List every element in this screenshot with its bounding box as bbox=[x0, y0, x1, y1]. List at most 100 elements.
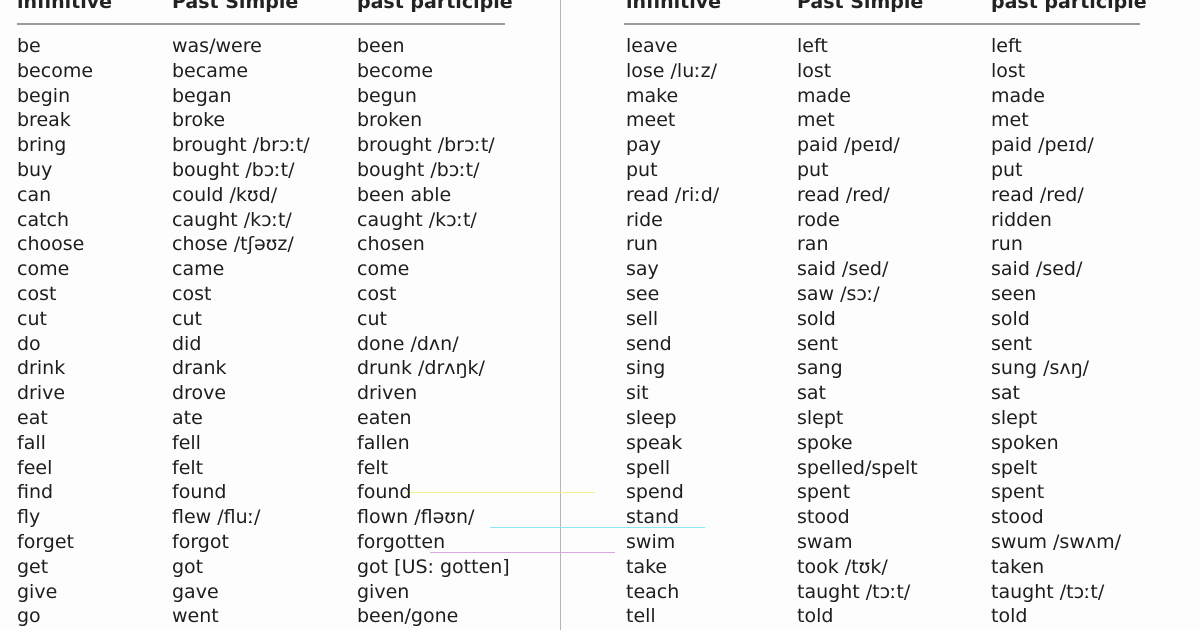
verb-past-simple-cell: flew /fluː/ bbox=[172, 506, 261, 529]
verb-past-simple-cell: swam bbox=[797, 531, 853, 553]
verb-past-simple-cell: spent bbox=[797, 481, 851, 504]
verb-infinitive-cell: get bbox=[17, 555, 49, 578]
verb-past-simple-cell: spelled/spelt bbox=[797, 456, 918, 479]
verb-past-simple-cell: did bbox=[172, 332, 202, 355]
verb-past-participle-cell: fallen bbox=[357, 431, 410, 454]
verb-infinitive-cell: lose /luːz/ bbox=[626, 59, 718, 82]
verb-past-simple-cell: sang bbox=[797, 357, 843, 380]
verb-past-participle-cell: begun bbox=[357, 84, 417, 107]
verb-past-simple-cell: began bbox=[172, 84, 232, 107]
column-divider bbox=[560, 0, 561, 630]
verb-past-participle-cell: sat bbox=[991, 382, 1020, 405]
verb-past-participle-cell: got [US: gotten] bbox=[357, 555, 510, 578]
verb-past-simple-cell: chose /tʃəʊz/ bbox=[172, 233, 294, 256]
column-header-past-simple: Past Simple bbox=[172, 0, 299, 13]
verb-past-participle-cell: brought /brɔːt/ bbox=[357, 134, 495, 157]
column-header-past-participle: past participle bbox=[991, 0, 1147, 13]
header-rule-right bbox=[624, 23, 1140, 25]
verb-past-simple-cell: paid /peɪd/ bbox=[797, 134, 900, 157]
verb-infinitive-cell: come bbox=[17, 258, 70, 281]
verb-past-simple-cell: cut bbox=[172, 307, 202, 330]
verb-past-participle-cell: run bbox=[991, 233, 1023, 256]
column-header-past-participle: past participle bbox=[357, 0, 513, 13]
verb-past-simple-cell: sat bbox=[797, 382, 826, 405]
verb-past-simple-cell: made bbox=[797, 84, 851, 107]
verb-past-participle-cell: ridden bbox=[991, 208, 1052, 231]
verb-infinitive-cell: pay bbox=[626, 134, 661, 157]
verb-past-simple-cell: fell bbox=[172, 431, 201, 454]
verb-past-participle-cell: swum /swʌm/ bbox=[991, 531, 1122, 553]
verb-past-simple-cell: forgot bbox=[172, 531, 229, 553]
verb-past-participle-cell: lost bbox=[991, 59, 1026, 82]
verb-past-participle-cell: spent bbox=[991, 481, 1045, 504]
verb-past-simple-cell: ate bbox=[172, 407, 203, 429]
verb-infinitive-cell: can bbox=[17, 183, 52, 206]
verb-infinitive-cell: tell bbox=[626, 605, 656, 628]
verb-past-simple-cell: took /tʊk/ bbox=[797, 555, 888, 578]
verb-infinitive-cell: go bbox=[17, 605, 41, 628]
verb-infinitive-cell: do bbox=[17, 332, 41, 355]
verb-past-participle-cell: come bbox=[357, 258, 410, 281]
verb-past-participle-cell: chosen bbox=[357, 233, 425, 256]
verb-past-participle-cell: been able bbox=[357, 183, 452, 206]
verb-past-participle-cell: told bbox=[991, 605, 1028, 628]
verb-infinitive-cell: spend bbox=[626, 481, 684, 504]
verb-past-simple-cell: slept bbox=[797, 407, 844, 429]
header-rule-left bbox=[17, 23, 505, 25]
verb-infinitive-cell: become bbox=[17, 59, 94, 82]
verb-past-participle-cell: sent bbox=[991, 332, 1033, 355]
verb-past-simple-cell: taught /tɔːt/ bbox=[797, 580, 911, 603]
verb-past-participle-cell: read /red/ bbox=[991, 183, 1084, 206]
column-header-infinitive: infinitive bbox=[626, 0, 722, 13]
verb-past-simple-cell: was/were bbox=[172, 35, 262, 57]
verb-infinitive-cell: begin bbox=[17, 84, 71, 107]
verb-past-participle-cell: forgotten bbox=[357, 531, 446, 553]
verb-infinitive-cell: forget bbox=[17, 531, 74, 553]
verb-infinitive-cell: say bbox=[626, 258, 659, 281]
verb-past-participle-cell: broken bbox=[357, 109, 423, 132]
verb-past-participle-cell: been/gone bbox=[357, 605, 459, 628]
verb-infinitive-cell: leave bbox=[626, 35, 678, 57]
verb-infinitive-cell: send bbox=[626, 332, 672, 355]
verb-infinitive-cell: run bbox=[626, 233, 658, 256]
verb-infinitive-cell: choose bbox=[17, 233, 85, 256]
verb-infinitive-cell: bring bbox=[17, 134, 67, 157]
verb-infinitive-cell: make bbox=[626, 84, 679, 107]
verb-past-simple-cell: read /red/ bbox=[797, 183, 890, 206]
verb-past-simple-cell: told bbox=[797, 605, 834, 628]
verb-past-simple-cell: cost bbox=[172, 283, 212, 305]
verb-infinitive-cell: sing bbox=[626, 357, 666, 380]
verb-past-simple-cell: lost bbox=[797, 59, 832, 82]
verb-past-participle-cell: found bbox=[357, 481, 412, 504]
verb-past-participle-cell: cut bbox=[357, 307, 387, 330]
verb-infinitive-cell: be bbox=[17, 35, 41, 57]
verb-infinitive-cell: see bbox=[626, 283, 660, 305]
verb-past-simple-cell: sold bbox=[797, 307, 836, 330]
scan-artifact-line bbox=[430, 552, 615, 553]
verb-past-participle-cell: sung /sʌŋ/ bbox=[991, 357, 1090, 380]
verb-infinitive-cell: find bbox=[17, 481, 54, 504]
verb-infinitive-cell: sit bbox=[626, 382, 649, 405]
verb-past-participle-cell: taught /tɔːt/ bbox=[991, 580, 1105, 603]
verb-past-participle-cell: said /sed/ bbox=[991, 258, 1083, 281]
verb-past-simple-cell: got bbox=[172, 555, 204, 578]
verb-past-simple-cell: brought /brɔːt/ bbox=[172, 134, 310, 157]
verb-past-simple-cell: found bbox=[172, 481, 227, 504]
verb-infinitive-cell: feel bbox=[17, 456, 53, 479]
verb-past-simple-cell: ran bbox=[797, 233, 829, 256]
verb-past-simple-cell: broke bbox=[172, 109, 226, 132]
verb-past-participle-cell: drunk /drʌŋk/ bbox=[357, 357, 485, 380]
verb-past-participle-cell: left bbox=[991, 35, 1022, 57]
verb-past-participle-cell: done /dʌn/ bbox=[357, 332, 459, 355]
verb-infinitive-cell: fall bbox=[17, 431, 46, 454]
verb-infinitive-cell: put bbox=[626, 159, 658, 181]
verb-past-participle-cell: met bbox=[991, 109, 1029, 132]
verb-past-simple-cell: put bbox=[797, 159, 829, 181]
verb-infinitive-cell: buy bbox=[17, 159, 53, 181]
verb-past-simple-cell: felt bbox=[172, 456, 204, 479]
verb-infinitive-cell: drink bbox=[17, 357, 66, 380]
verb-past-participle-cell: caught /kɔːt/ bbox=[357, 208, 477, 231]
verb-past-simple-cell: sent bbox=[797, 332, 839, 355]
verb-past-simple-cell: could /kʊd/ bbox=[172, 183, 278, 206]
verb-past-simple-cell: bought /bɔːt/ bbox=[172, 159, 295, 181]
